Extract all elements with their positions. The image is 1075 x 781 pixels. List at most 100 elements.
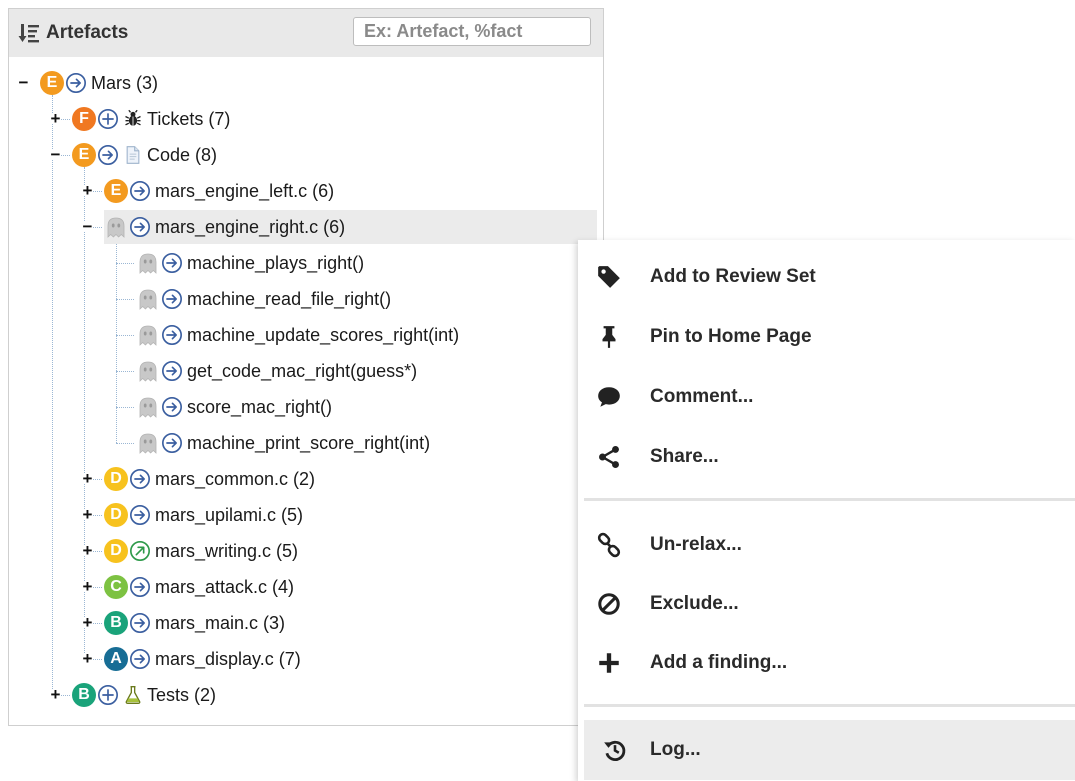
tree-connector [116,239,117,443]
share-icon-glyph [599,445,619,469]
menu-item-add-to-review-set[interactable]: Add to Review Set [578,248,1075,306]
tree-row-label: machine_read_file_right() [187,288,392,309]
menu-separator [584,498,1075,501]
expand-toggle[interactable]: + [82,470,93,487]
tree-row-label: get_code_mac_right(guess*) [187,360,418,381]
menu-item-comment[interactable]: Comment... [578,368,1075,426]
expand-toggle[interactable]: + [82,506,93,523]
tree-row[interactable]: machine_read_file_right() [136,282,391,316]
tree-row-label: mars_attack.c (4) [155,576,295,597]
panel-title-text: Artefacts [46,22,129,43]
tree-row[interactable]: E Code (8) [72,138,217,172]
tree-connector [116,263,134,264]
tree-row[interactable]: machine_update_scores_right(int) [136,318,459,352]
tree-connector [116,407,134,408]
expand-toggle[interactable]: + [82,578,93,595]
panel-title[interactable]: Artefacts [18,21,128,45]
menu-item-pin-to-home-page[interactable]: Pin to Home Page [578,308,1075,366]
tree-row[interactable]: Bmars_main.c (3) [104,606,285,640]
tree-row[interactable]: Dmars_common.c (2) [104,462,315,496]
tree-row[interactable]: score_mac_right() [136,390,332,424]
tree-row-label: score_mac_right() [187,396,333,417]
tree-row[interactable]: E Mars (3) [40,66,158,100]
expand-toggle[interactable]: + [50,686,61,703]
tree-row[interactable]: Emars_engine_left.c (6) [104,174,334,208]
circle-arrow-right-icon[interactable] [161,324,183,346]
circle-arrow-right-icon[interactable] [161,252,183,274]
menu-item-log[interactable]: Log... [584,720,1075,780]
grade-badge: E [72,143,96,167]
grade-badge: D [104,467,128,491]
circle-arrow-up-right-icon[interactable] [129,540,151,562]
tree-row-label: mars_display.c (7) [155,648,301,669]
ghost-icon [107,217,125,238]
ban-icon [594,589,624,619]
circle-arrow-right-icon[interactable] [97,144,119,166]
menu-item-exclude[interactable]: Exclude... [578,575,1075,633]
circle-arrow-right-icon[interactable] [129,180,151,202]
sort-icon[interactable] [18,22,40,44]
ghost-icon [139,433,157,454]
circle-arrow-right-icon[interactable] [161,288,183,310]
collapse-toggle[interactable]: − [18,74,29,91]
grade-badge: C [104,575,128,599]
circle-arrow-right-icon[interactable] [161,396,183,418]
tree-row[interactable]: mars_engine_right.c (6) [104,210,597,244]
menu-item-label: Exclude... [650,593,739,614]
artefact-tree: − E Mars (3) + F Tickets (7) − E Code (8) + Emars_… [9,57,603,725]
link-icon-glyph [597,532,621,558]
tree-row[interactable]: Cmars_attack.c (4) [104,570,294,604]
menu-item-share[interactable]: Share... [578,428,1075,486]
artefacts-panel: Artefacts −EMars (3)+FTickets (7)−ECode … [8,8,604,726]
tree-row-label: Mars (3) [91,72,158,93]
expand-toggle[interactable]: + [82,650,93,667]
tree-row[interactable]: get_code_mac_right(guess*) [136,354,417,388]
expand-toggle[interactable]: + [82,182,93,199]
comment-icon [594,382,624,412]
tree-row[interactable]: machine_print_score_right(int) [136,426,430,460]
menu-separator [584,704,1075,707]
tree-row[interactable]: Amars_display.c (7) [104,642,301,676]
plus-icon [594,648,624,678]
ghost-icon [139,397,157,418]
circle-arrow-right-icon[interactable] [161,360,183,382]
tree-row-label: machine_plays_right() [187,252,365,273]
search-input[interactable] [353,17,591,46]
collapse-toggle[interactable]: − [50,146,61,163]
tree-row[interactable]: Dmars_writing.c (5) [104,534,298,568]
expand-toggle[interactable]: + [50,110,61,127]
expand-toggle[interactable]: + [82,542,93,559]
circle-arrow-right-icon[interactable] [129,504,151,526]
menu-item-add-a-finding[interactable]: Add a finding... [578,634,1075,692]
circle-plus-icon[interactable] [97,108,119,130]
collapse-toggle[interactable]: − [82,218,93,235]
tree-row-label: mars_writing.c (5) [155,540,299,561]
circle-arrow-right-icon[interactable] [129,468,151,490]
tag-icon-glyph [598,266,620,288]
menu-item-un-relax[interactable]: Un-relax... [578,516,1075,574]
circle-arrow-right-icon[interactable] [129,648,151,670]
tag-icon [594,262,624,292]
context-menu: Add to Review Set Pin to Home Page Comment… [578,240,1075,781]
ghost-icon [139,253,157,274]
expand-toggle[interactable]: + [82,614,93,631]
grade-badge: B [72,683,96,707]
ghost-icon [139,325,157,346]
tree-row[interactable]: Dmars_upilami.c (5) [104,498,303,532]
circle-arrow-right-icon[interactable] [65,72,87,94]
tree-connector [116,335,134,336]
circle-arrow-right-icon[interactable] [129,576,151,598]
circle-arrow-right-icon[interactable] [129,612,151,634]
pin-icon [594,322,624,352]
tree-row[interactable]: B Tests (2) [72,678,216,712]
circle-arrow-right-icon[interactable] [129,216,151,238]
tree-row[interactable]: F Tickets (7) [72,102,230,136]
plus-icon-glyph [599,653,619,673]
circle-plus-icon[interactable] [97,684,119,706]
circle-arrow-right-icon[interactable] [161,432,183,454]
ghost-icon [139,289,157,310]
ghost-icon [139,361,157,382]
panel-header: Artefacts [9,9,603,57]
tree-row-label: mars_engine_left.c (6) [155,180,335,201]
tree-row[interactable]: machine_plays_right() [136,246,364,280]
